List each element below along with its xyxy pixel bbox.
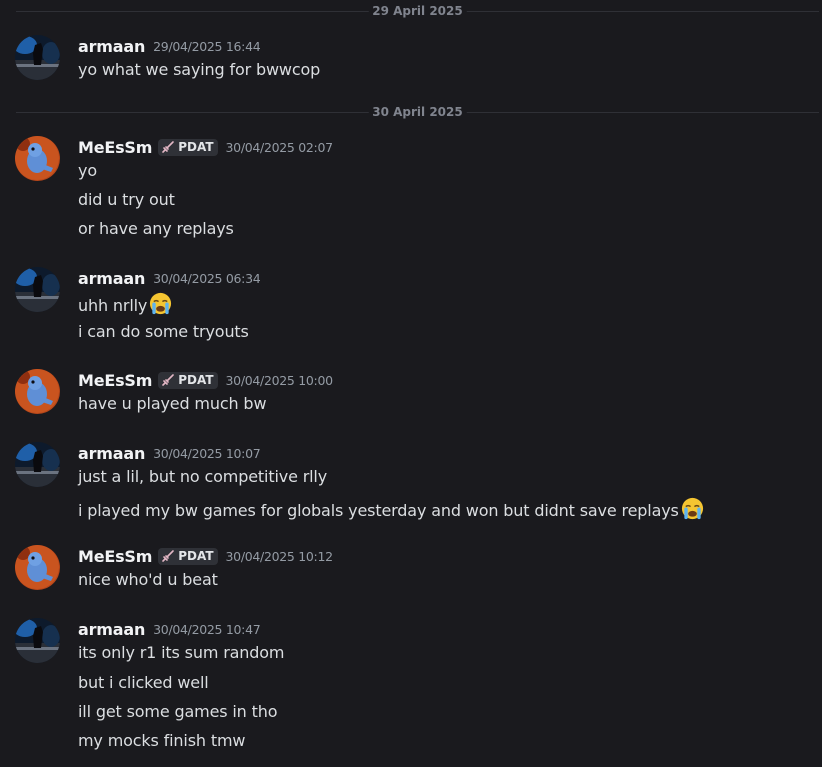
message-text: did u try out xyxy=(78,190,175,209)
message-timestamp: 30/04/2025 10:07 xyxy=(153,445,261,461)
message-timestamp: 29/04/2025 16:44 xyxy=(153,38,261,54)
message-text: but i clicked well xyxy=(78,673,209,692)
message-text: i played my bw games for globals yesterd… xyxy=(78,501,679,520)
message-text: or have any replays xyxy=(78,219,234,238)
username[interactable]: MeEsSm xyxy=(78,371,152,390)
sword-icon xyxy=(162,374,175,386)
guild-tag[interactable]: PDAT xyxy=(158,138,218,156)
username[interactable]: MeEsSm xyxy=(78,547,152,566)
guild-tag-label: PDAT xyxy=(178,140,214,154)
message-text: ill get some games in tho xyxy=(78,702,278,721)
sword-icon xyxy=(162,550,175,562)
sword-icon xyxy=(162,141,175,153)
message-timestamp: 30/04/2025 02:07 xyxy=(225,139,334,155)
message-text: its only r1 its sum random xyxy=(78,643,285,662)
username[interactable]: armaan xyxy=(78,444,145,463)
message-timestamp: 30/04/2025 10:47 xyxy=(153,621,261,637)
username[interactable]: armaan xyxy=(78,37,145,56)
avatar-meessm[interactable] xyxy=(15,136,60,181)
avatar-armaan[interactable] xyxy=(15,618,60,663)
avatar-meessm[interactable] xyxy=(15,369,60,414)
date-divider-label: 30 April 2025 xyxy=(368,103,467,121)
sob-emoji-icon[interactable] xyxy=(148,291,173,316)
message-line: i played my bw games for globals yesterd… xyxy=(78,496,705,521)
message-text: i can do some tryouts xyxy=(78,322,249,341)
message-timestamp: 30/04/2025 10:00 xyxy=(225,372,334,388)
message-text: nice who'd u beat xyxy=(78,570,218,589)
avatar-meessm[interactable] xyxy=(15,545,60,590)
message-text: yo xyxy=(78,161,97,180)
username[interactable]: MeEsSm xyxy=(78,138,152,157)
message-text: yo what we saying for bwwcop xyxy=(78,60,321,79)
avatar-armaan[interactable] xyxy=(15,35,60,80)
date-divider: 30 April 2025 xyxy=(16,103,819,121)
message-text: my mocks finish tmw xyxy=(78,731,246,750)
date-divider-label: 29 April 2025 xyxy=(368,2,467,20)
message-line: uhh nrlly xyxy=(78,291,173,316)
avatar-armaan[interactable] xyxy=(15,442,60,487)
message-text: just a lil, but no competitive rlly xyxy=(78,467,328,486)
guild-tag-label: PDAT xyxy=(178,373,214,387)
message-text: have u played much bw xyxy=(78,394,267,413)
chat-log: 29 April 2025 armaan 29/04/2025 16:44 yo… xyxy=(0,0,822,767)
guild-tag-label: PDAT xyxy=(178,549,214,563)
message-timestamp: 30/04/2025 10:12 xyxy=(225,548,334,564)
guild-tag[interactable]: PDAT xyxy=(158,547,218,565)
message-text: uhh nrlly xyxy=(78,296,148,315)
message-timestamp: 30/04/2025 06:34 xyxy=(153,270,261,286)
sob-emoji-icon[interactable] xyxy=(680,496,705,521)
username[interactable]: armaan xyxy=(78,269,145,288)
date-divider: 29 April 2025 xyxy=(16,2,819,20)
guild-tag[interactable]: PDAT xyxy=(158,371,218,389)
avatar-armaan[interactable] xyxy=(15,267,60,312)
username[interactable]: armaan xyxy=(78,620,145,639)
